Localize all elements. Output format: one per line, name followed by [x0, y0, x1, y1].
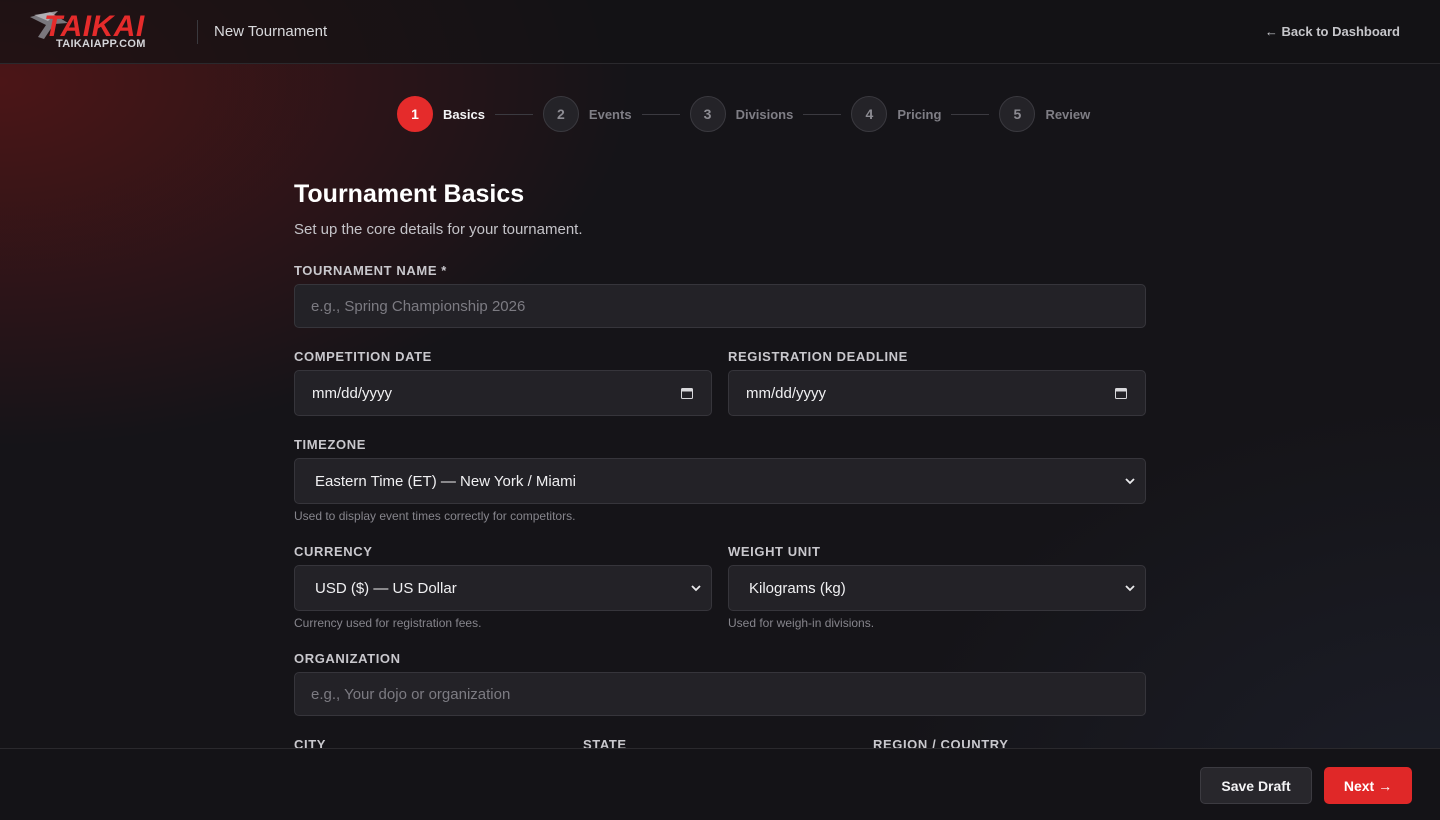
timezone-select[interactable]: Eastern Time (ET) — New York / Miami — [294, 458, 1146, 504]
weight-unit-label: WEIGHT UNIT — [728, 544, 821, 559]
calendar-icon[interactable] — [681, 387, 693, 399]
step-basics[interactable]: 1 Basics — [397, 96, 485, 132]
step-number: 5 — [999, 96, 1036, 132]
step-connector — [803, 113, 842, 115]
wizard-stepper: 1 Basics 2 Events 3 Divisions 4 Pricing … — [397, 96, 1090, 132]
registration-deadline-input[interactable]: mm/dd/yyyy — [728, 370, 1146, 416]
competition-date-input[interactable]: mm/dd/yyyy — [294, 370, 712, 416]
timezone-value: Eastern Time (ET) — New York / Miami — [315, 472, 576, 490]
weight-unit-hint: Used for weigh-in divisions. — [728, 616, 875, 630]
tournament-name-placeholder: e.g., Spring Championship 2026 — [311, 297, 526, 315]
step-label: Basics — [443, 106, 485, 122]
chevron-down-icon — [1125, 585, 1135, 592]
step-events[interactable]: 2 Events — [542, 96, 632, 132]
step-review[interactable]: 5 Review — [999, 96, 1090, 132]
footer-bar: Save Draft Next → — [0, 748, 1440, 820]
page-title: New Tournament — [214, 23, 328, 40]
taikai-logo[interactable]: TAIKAI TAIKAIAPP.COM — [28, 9, 184, 51]
next-button[interactable]: Next → — [1324, 767, 1412, 804]
step-label: Pricing — [897, 106, 942, 122]
step-connector — [951, 113, 990, 115]
step-connector — [494, 113, 533, 115]
currency-select[interactable]: USD ($) — US Dollar — [294, 565, 712, 611]
registration-deadline-value: mm/dd/yyyy — [746, 384, 827, 402]
step-number: 3 — [689, 96, 726, 132]
competition-date-value: mm/dd/yyyy — [312, 384, 393, 402]
header-divider — [197, 20, 198, 44]
currency-label: CURRENCY — [294, 544, 373, 559]
step-number: 1 — [397, 96, 433, 132]
weight-unit-value: Kilograms (kg) — [749, 579, 846, 597]
weight-unit-select[interactable]: Kilograms (kg) — [728, 565, 1146, 611]
step-number: 2 — [542, 96, 579, 132]
chevron-down-icon — [691, 585, 701, 592]
form-header: Tournament Basics Set up the core detail… — [294, 180, 1146, 238]
timezone-hint: Used to display event times correctly fo… — [294, 509, 576, 523]
tournament-name-label: TOURNAMENT NAME * — [294, 263, 447, 278]
step-pricing[interactable]: 4 Pricing — [851, 96, 941, 132]
currency-hint: Currency used for registration fees. — [294, 616, 482, 630]
currency-value: USD ($) — US Dollar — [315, 579, 457, 597]
step-divisions[interactable]: 3 Divisions — [689, 96, 794, 132]
organization-input[interactable]: e.g., Your dojo or organization — [294, 672, 1146, 716]
step-number: 4 — [851, 96, 888, 132]
save-draft-button[interactable]: Save Draft — [1200, 767, 1312, 804]
logo-subtext: TAIKAIAPP.COM — [56, 38, 146, 50]
organization-placeholder: e.g., Your dojo or organization — [311, 685, 511, 703]
step-label: Review — [1045, 106, 1091, 122]
registration-deadline-label: REGISTRATION DEADLINE — [728, 349, 908, 364]
competition-date-label: COMPETITION DATE — [294, 349, 432, 364]
chevron-down-icon — [1125, 478, 1135, 485]
organization-label: ORGANIZATION — [294, 651, 401, 666]
timezone-label: TIMEZONE — [294, 437, 366, 452]
step-connector — [641, 113, 680, 115]
calendar-icon[interactable] — [1115, 387, 1127, 399]
back-to-dashboard-link[interactable]: ← Back to Dashboard — [1265, 24, 1400, 39]
top-bar: TAIKAI TAIKAIAPP.COM New Tournament ← Ba… — [0, 0, 1440, 64]
form-subtitle: Set up the core details for your tournam… — [294, 221, 583, 238]
tournament-name-input[interactable]: e.g., Spring Championship 2026 — [294, 284, 1146, 328]
step-label: Events — [588, 106, 632, 122]
form-title: Tournament Basics — [294, 180, 525, 208]
step-label: Divisions — [735, 106, 794, 122]
